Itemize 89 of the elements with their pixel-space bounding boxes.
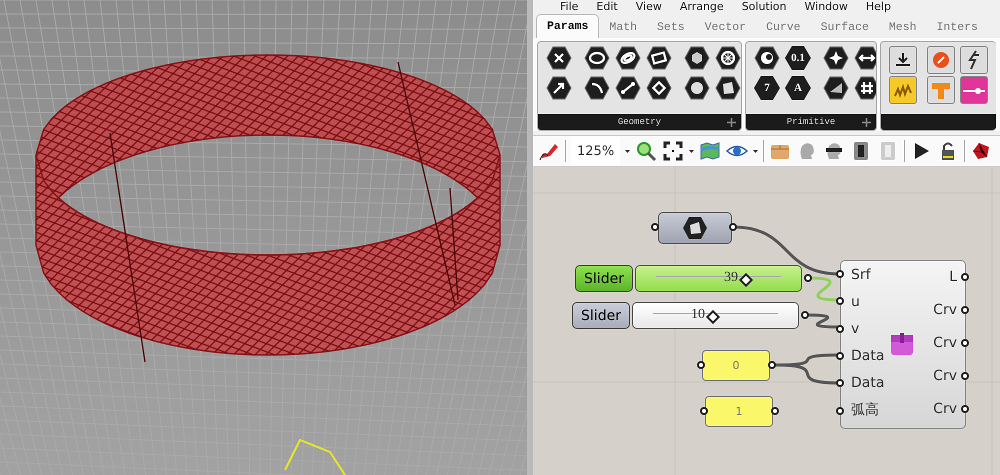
lightning-icon[interactable] bbox=[960, 46, 988, 74]
map-icon[interactable] bbox=[699, 140, 722, 162]
pipe-icon[interactable] bbox=[927, 76, 956, 104]
slider-label[interactable]: Slider bbox=[572, 302, 630, 329]
panel-node[interactable]: 0 bbox=[702, 350, 770, 381]
connection-port[interactable] bbox=[804, 274, 812, 282]
output-label: Crv bbox=[933, 334, 957, 353]
connection-port[interactable] bbox=[961, 405, 969, 413]
connection-port[interactable] bbox=[836, 406, 844, 414]
input-label: Srf bbox=[851, 266, 872, 285]
connection-port[interactable] bbox=[697, 361, 705, 369]
input-label: Data bbox=[851, 374, 884, 393]
rings-icon[interactable] bbox=[615, 46, 641, 70]
output-label: Crv bbox=[933, 367, 957, 386]
surface-icon bbox=[682, 216, 708, 240]
connection-port[interactable] bbox=[768, 361, 776, 369]
menu-item[interactable]: Arrange bbox=[670, 0, 733, 13]
download-icon[interactable] bbox=[889, 46, 918, 74]
connection-port[interactable] bbox=[771, 407, 779, 415]
caret-icon[interactable] bbox=[753, 150, 758, 152]
menu-item[interactable]: View bbox=[626, 0, 671, 13]
connection-port[interactable] bbox=[836, 270, 844, 278]
connection-port[interactable] bbox=[651, 223, 659, 231]
box-icon bbox=[889, 331, 915, 357]
cross-icon[interactable] bbox=[546, 46, 572, 70]
expand-icon[interactable] bbox=[862, 118, 872, 127]
arc-icon[interactable] bbox=[584, 76, 610, 100]
slider-icon[interactable] bbox=[960, 76, 988, 104]
star-icon[interactable] bbox=[822, 46, 849, 70]
wheel-icon[interactable] bbox=[715, 46, 741, 70]
tab[interactable]: Vector bbox=[694, 16, 756, 38]
number-button[interactable]: 0.1 bbox=[784, 46, 811, 70]
slider-track[interactable]: 39 bbox=[635, 265, 802, 292]
connection-port[interactable] bbox=[836, 297, 844, 306]
surface-param-node[interactable] bbox=[658, 212, 732, 244]
connection-port[interactable] bbox=[700, 407, 708, 415]
group-title: Geometry bbox=[618, 117, 662, 127]
menu-item[interactable]: Solution bbox=[732, 0, 796, 13]
tab[interactable]: Curve bbox=[756, 16, 811, 38]
expand-icon[interactable] bbox=[726, 118, 736, 127]
slider-track[interactable]: 10 bbox=[632, 302, 799, 329]
number-slider[interactable]: Slider 10 bbox=[572, 302, 799, 329]
slider-value: 10 bbox=[691, 307, 705, 323]
zoom-extents-icon[interactable] bbox=[662, 140, 684, 162]
menu-item[interactable]: Help bbox=[856, 0, 900, 13]
input-label: v bbox=[851, 320, 860, 339]
caret-icon[interactable] bbox=[689, 150, 694, 152]
dial-icon[interactable] bbox=[927, 46, 956, 74]
menu-item[interactable]: Edit bbox=[587, 0, 627, 13]
tab[interactable]: Sets bbox=[647, 16, 695, 38]
panel-node[interactable]: 1 bbox=[705, 396, 773, 427]
curve-line bbox=[284, 438, 346, 475]
grid-icon[interactable] bbox=[854, 76, 876, 100]
wave-icon[interactable] bbox=[889, 76, 918, 104]
tab[interactable]: Mesh bbox=[878, 16, 926, 38]
text-button[interactable]: A bbox=[784, 76, 811, 100]
slider-value: 39 bbox=[724, 270, 738, 286]
tab[interactable]: Inters bbox=[926, 16, 988, 38]
tab[interactable]: Math bbox=[599, 16, 648, 38]
menu-item[interactable]: File bbox=[551, 0, 588, 13]
tab[interactable]: Params bbox=[536, 14, 600, 38]
menu-item[interactable]: Window bbox=[796, 0, 857, 13]
number-slider[interactable]: Slider 39 bbox=[575, 265, 802, 292]
group-title: Primitive bbox=[786, 117, 836, 127]
connection-port[interactable] bbox=[961, 306, 969, 314]
output-label: Crv bbox=[933, 400, 957, 419]
connection-port[interactable] bbox=[961, 273, 969, 281]
connection-port[interactable] bbox=[836, 352, 844, 360]
connection-port[interactable] bbox=[961, 339, 969, 347]
gradient-icon[interactable] bbox=[822, 76, 849, 100]
connection-port[interactable] bbox=[801, 311, 809, 319]
double-arrow-icon[interactable] bbox=[854, 46, 876, 70]
caret-icon[interactable] bbox=[625, 150, 630, 152]
tab[interactable]: Surface bbox=[810, 16, 879, 38]
search-icon[interactable] bbox=[635, 140, 658, 162]
output-label: Crv bbox=[933, 301, 957, 320]
connection-port[interactable] bbox=[961, 372, 969, 380]
integer-button[interactable]: 7 bbox=[754, 76, 780, 100]
input-label: Data bbox=[851, 347, 884, 366]
connection-port[interactable] bbox=[836, 379, 844, 388]
arrow-icon[interactable] bbox=[546, 76, 572, 100]
line-icon[interactable] bbox=[615, 76, 641, 100]
zoom-dropdown[interactable]: 125% bbox=[571, 137, 620, 165]
output-label: L bbox=[949, 268, 957, 287]
input-label: u bbox=[851, 293, 861, 312]
connection-port[interactable] bbox=[729, 223, 737, 231]
component-node[interactable]: Srf u v Data Data 弧高 L Crv Crv Crv Crv bbox=[840, 260, 966, 429]
input-label: 弧高 bbox=[851, 401, 880, 420]
slider-label[interactable]: Slider bbox=[575, 265, 633, 292]
